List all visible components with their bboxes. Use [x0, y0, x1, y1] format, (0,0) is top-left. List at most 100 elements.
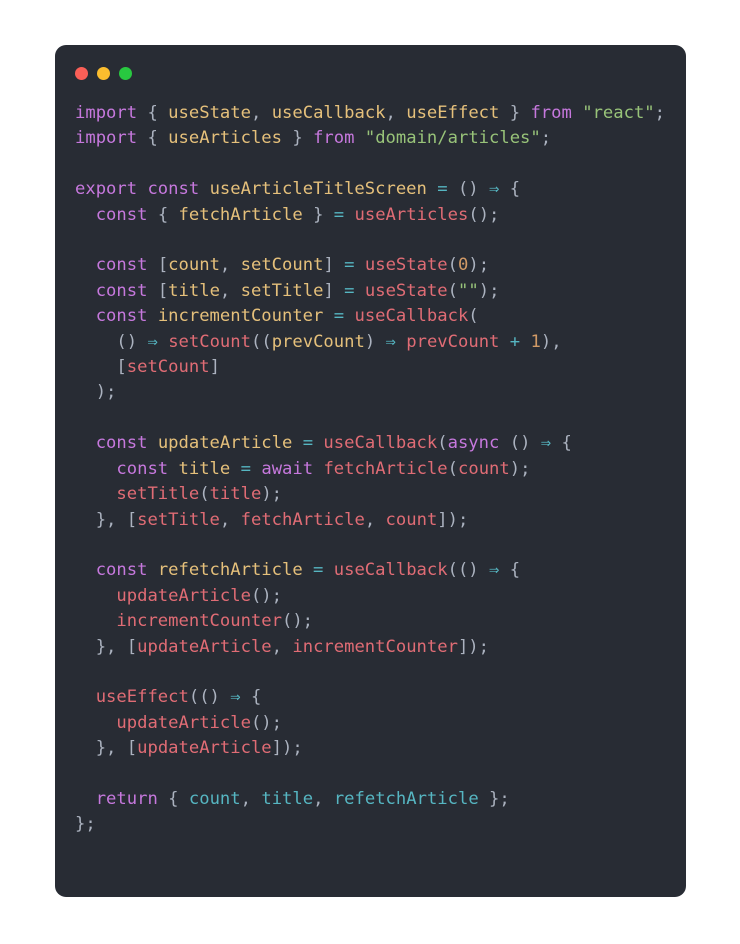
code-token-operator: ⇒ [385, 331, 396, 352]
code-token-var: fetchArticle [240, 509, 365, 530]
code-token-keyword: from [530, 103, 572, 123]
code-token-operator: + [509, 331, 521, 352]
code-token-func: incrementCounter [116, 611, 282, 632]
code-token-entity: useArticleTitleScreen [209, 179, 427, 200]
code-token-punct: { [509, 179, 521, 200]
code-token-punct: (); [250, 712, 282, 733]
close-dot[interactable] [75, 66, 88, 80]
code-token-punct: }; [75, 814, 96, 835]
code-token-operator: ⇒ [230, 687, 241, 708]
code-token-entity: useEffect [406, 103, 500, 123]
code-token-entity: incrementCounter [157, 306, 324, 327]
code-token-number: 0 [458, 255, 469, 276]
code-token-punct: [ [157, 280, 169, 301]
code-block[interactable]: import { useState, useCallback, useEffec… [75, 101, 668, 838]
code-token-property: title [261, 788, 314, 809]
code-token-func: useArticles [354, 204, 469, 225]
code-token-punct: }, [95, 509, 117, 530]
code-token-operator: = [344, 280, 355, 301]
code-token-var: prevCount [406, 331, 500, 352]
code-token-punct: , [250, 103, 262, 123]
code-token-punct: , [385, 103, 396, 123]
code-token-punct: ]); [457, 636, 489, 657]
code-token-punct: }; [489, 788, 510, 809]
code-token-punct: ] [209, 357, 220, 378]
code-token-operator: = [240, 458, 251, 479]
code-token-var: setTitle [137, 509, 220, 530]
code-token-punct: (); [250, 585, 282, 606]
code-token-entity: useCallback [271, 103, 386, 123]
code-token-operator: = [344, 255, 355, 276]
code-line: import { useState, useCallback, useEffec… [75, 101, 668, 126]
code-token-func: setTitle [116, 484, 200, 505]
code-token-func: useEffect [95, 687, 189, 708]
code-token-keyword: const [95, 306, 148, 327]
maximize-dot[interactable] [119, 66, 132, 80]
minimize-dot[interactable] [97, 66, 110, 80]
code-token-punct: { [147, 103, 158, 123]
code-token-punct: , [364, 509, 376, 530]
code-line: setTitle(title); [75, 482, 668, 507]
code-token-property: refetchArticle [333, 788, 479, 809]
code-token-punct: } [292, 128, 303, 149]
code-token-punct: }, [95, 738, 117, 759]
code-token-punct: () [509, 433, 531, 454]
window-controls[interactable] [75, 66, 132, 80]
code-body: import { useState, useCallback, useEffec… [55, 101, 686, 897]
code-token-punct: ) [364, 331, 376, 352]
code-line: const updateArticle = useCallback(async … [75, 431, 668, 456]
code-token-punct: () [116, 331, 138, 352]
code-token-operator: ⇒ [147, 331, 158, 352]
code-token-punct: , [271, 636, 283, 657]
code-token-punct: { [147, 128, 158, 149]
code-token-func: useCallback [323, 433, 438, 454]
code-token-entity: count [168, 255, 220, 276]
code-token-number: 1 [530, 331, 541, 352]
code-token-punct: , [219, 509, 231, 530]
code-token-operator: = [302, 433, 314, 454]
code-token-punct: ), [540, 331, 562, 352]
code-token-var: count [458, 458, 510, 479]
code-token-func: useState [364, 255, 448, 276]
code-line: incrementCounter(); [75, 609, 668, 634]
code-token-operator: ⇒ [489, 179, 500, 200]
code-token-func: useCallback [333, 560, 448, 581]
code-token-keyword: const [95, 433, 148, 454]
code-token-punct: (( [250, 331, 272, 352]
code-line: const { fetchArticle } = useArticles(); [75, 203, 668, 228]
code-token-entity: refetchArticle [157, 560, 303, 581]
